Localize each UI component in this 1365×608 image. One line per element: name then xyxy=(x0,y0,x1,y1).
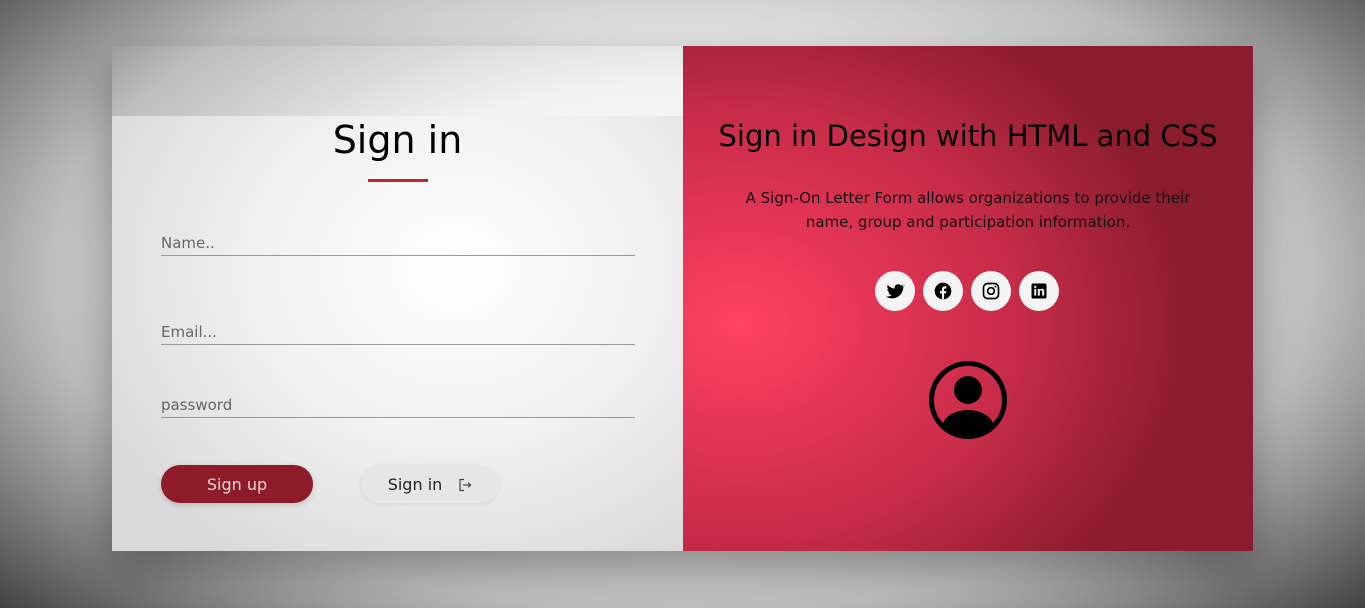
email-input[interactable] xyxy=(161,322,635,345)
title-underline xyxy=(368,179,428,182)
signin-form-panel: Sign in Sign up Sign in xyxy=(112,116,683,551)
info-title: Sign in Design with HTML and CSS xyxy=(718,119,1218,153)
facebook-link[interactable] xyxy=(923,271,963,311)
user-avatar-icon xyxy=(929,361,1007,439)
twitter-icon xyxy=(885,284,905,299)
facebook-icon xyxy=(934,282,952,300)
signin-button[interactable]: Sign in xyxy=(361,465,499,503)
info-panel: Sign in Design with HTML and CSS A Sign-… xyxy=(683,46,1253,551)
sign-out-icon xyxy=(458,477,472,492)
signin-card: Sign in Sign up Sign in Sign in Design w… xyxy=(112,46,1253,551)
linkedin-icon xyxy=(1031,283,1047,299)
social-links xyxy=(875,271,1059,311)
password-input[interactable] xyxy=(161,395,635,418)
linkedin-link[interactable] xyxy=(1019,271,1059,311)
instagram-link[interactable] xyxy=(971,271,1011,311)
info-description: A Sign-On Letter Form allows organizatio… xyxy=(745,189,1191,231)
instagram-icon xyxy=(982,282,1000,300)
signin-button-label: Sign in xyxy=(387,474,443,494)
twitter-link[interactable] xyxy=(875,271,915,311)
signin-title: Sign in xyxy=(332,118,463,162)
signup-button[interactable]: Sign up xyxy=(161,465,313,503)
name-input[interactable] xyxy=(161,233,635,256)
